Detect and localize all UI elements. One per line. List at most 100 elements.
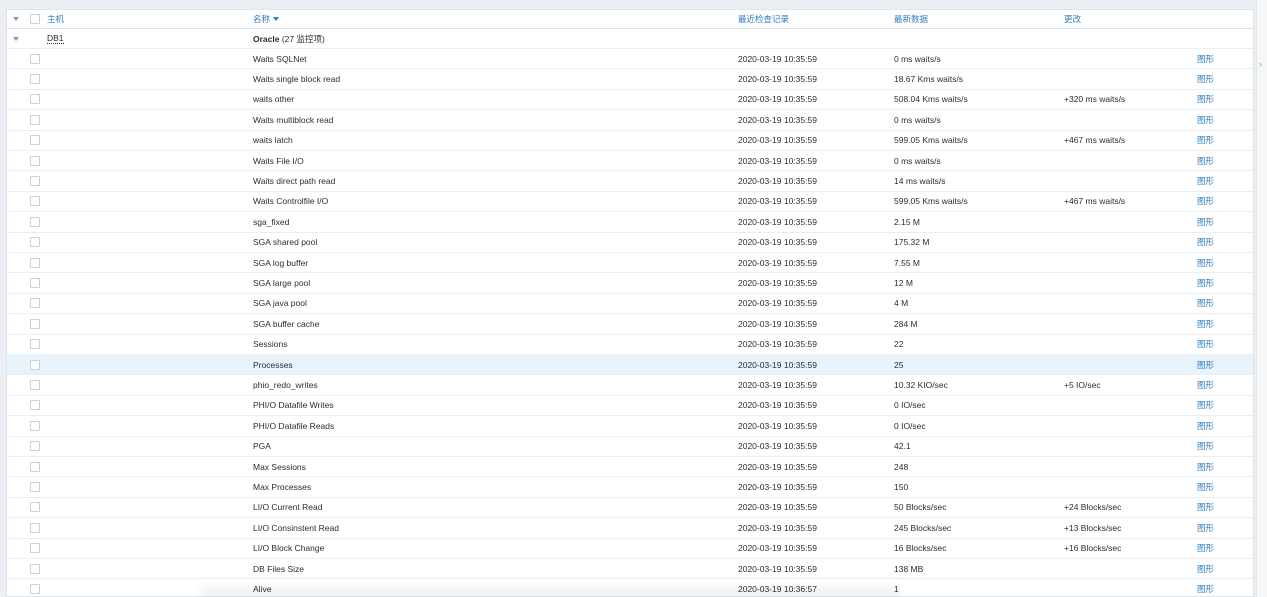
row-checkbox[interactable] xyxy=(30,339,40,350)
graph-link[interactable]: 图形 xyxy=(1197,236,1214,248)
graph-link[interactable]: 图形 xyxy=(1197,563,1214,575)
row-checkbox-cell[interactable] xyxy=(30,457,42,476)
row-checkbox[interactable] xyxy=(30,216,40,227)
column-host[interactable]: 主机 xyxy=(47,10,247,28)
graph-link[interactable]: 图形 xyxy=(1197,481,1214,493)
row-checkbox-cell[interactable] xyxy=(30,110,42,129)
graph-link-cell[interactable]: 图形 xyxy=(1197,192,1247,211)
graph-link[interactable]: 图形 xyxy=(1197,542,1214,554)
row-checkbox-cell[interactable] xyxy=(30,151,42,170)
column-last-check[interactable]: 最近检查记录 xyxy=(738,10,898,28)
row-checkbox[interactable] xyxy=(30,482,40,493)
graph-link-cell[interactable]: 图形 xyxy=(1197,212,1247,231)
column-change-label[interactable]: 更改 xyxy=(1064,13,1081,25)
row-checkbox-cell[interactable] xyxy=(30,498,42,517)
column-name[interactable]: 名称 xyxy=(253,10,733,28)
row-checkbox[interactable] xyxy=(30,114,40,125)
graph-link[interactable]: 图形 xyxy=(1197,318,1214,330)
row-checkbox-cell[interactable] xyxy=(30,131,42,150)
graph-link[interactable]: 图形 xyxy=(1197,501,1214,513)
graph-link[interactable]: 图形 xyxy=(1197,53,1214,65)
row-checkbox-cell[interactable] xyxy=(30,192,42,211)
graph-link-cell[interactable]: 图形 xyxy=(1197,437,1247,456)
graph-link-cell[interactable]: 图形 xyxy=(1197,294,1247,313)
graph-link-cell[interactable]: 图形 xyxy=(1197,110,1247,129)
row-checkbox[interactable] xyxy=(30,400,40,411)
row-checkbox-cell[interactable] xyxy=(30,396,42,415)
row-checkbox-cell[interactable] xyxy=(30,335,42,354)
graph-link-cell[interactable]: 图形 xyxy=(1197,273,1247,292)
graph-link[interactable]: 图形 xyxy=(1197,257,1214,269)
graph-link[interactable]: 图形 xyxy=(1197,359,1214,371)
row-checkbox[interactable] xyxy=(30,502,40,513)
row-checkbox[interactable] xyxy=(30,278,40,289)
column-host-label[interactable]: 主机 xyxy=(47,13,64,25)
group-collapse-toggle[interactable] xyxy=(11,29,21,48)
row-checkbox[interactable] xyxy=(30,359,40,370)
row-checkbox-cell[interactable] xyxy=(30,90,42,109)
row-checkbox-cell[interactable] xyxy=(30,212,42,231)
row-checkbox[interactable] xyxy=(30,563,40,574)
column-latest-data[interactable]: 最新数据 xyxy=(894,10,1064,28)
row-checkbox-cell[interactable] xyxy=(30,294,42,313)
row-checkbox[interactable] xyxy=(30,318,40,329)
graph-link-cell[interactable]: 图形 xyxy=(1197,314,1247,333)
graph-link-cell[interactable]: 图形 xyxy=(1197,335,1247,354)
graph-link[interactable]: 图形 xyxy=(1197,114,1214,126)
collapse-all-toggle[interactable] xyxy=(11,10,21,28)
row-checkbox-cell[interactable] xyxy=(30,233,42,252)
graph-link[interactable]: 图形 xyxy=(1197,338,1214,350)
row-checkbox-cell[interactable] xyxy=(30,314,42,333)
select-all-checkbox-cell[interactable] xyxy=(30,10,42,28)
graph-link[interactable]: 图形 xyxy=(1197,73,1214,85)
graph-link[interactable]: 图形 xyxy=(1197,93,1214,105)
row-checkbox[interactable] xyxy=(30,196,40,207)
row-checkbox[interactable] xyxy=(30,94,40,105)
graph-link[interactable]: 图形 xyxy=(1197,277,1214,289)
graph-link-cell[interactable]: 图形 xyxy=(1197,559,1247,578)
row-checkbox[interactable] xyxy=(30,135,40,146)
row-checkbox-cell[interactable] xyxy=(30,579,42,596)
host-name-link[interactable]: DB1 xyxy=(47,33,64,44)
graph-link[interactable]: 图形 xyxy=(1197,522,1214,534)
graph-link-cell[interactable]: 图形 xyxy=(1197,518,1247,537)
graph-link-cell[interactable]: 图形 xyxy=(1197,69,1247,88)
column-last-check-label[interactable]: 最近检查记录 xyxy=(738,13,789,25)
graph-link[interactable]: 图形 xyxy=(1197,297,1214,309)
graph-link-cell[interactable]: 图形 xyxy=(1197,90,1247,109)
row-checkbox-cell[interactable] xyxy=(30,437,42,456)
row-checkbox[interactable] xyxy=(30,584,40,595)
graph-link-cell[interactable]: 图形 xyxy=(1197,355,1247,374)
graph-link-cell[interactable]: 图形 xyxy=(1197,253,1247,272)
graph-link-cell[interactable]: 图形 xyxy=(1197,151,1247,170)
column-latest-data-label[interactable]: 最新数据 xyxy=(894,13,928,25)
column-name-label[interactable]: 名称 xyxy=(253,13,270,25)
graph-link-cell[interactable]: 图形 xyxy=(1197,396,1247,415)
graph-link-cell[interactable]: 图形 xyxy=(1197,498,1247,517)
graph-link[interactable]: 图形 xyxy=(1197,420,1214,432)
row-checkbox-cell[interactable] xyxy=(30,375,42,394)
row-checkbox-cell[interactable] xyxy=(30,171,42,190)
row-checkbox-cell[interactable] xyxy=(30,355,42,374)
row-checkbox[interactable] xyxy=(30,461,40,472)
graph-link-cell[interactable]: 图形 xyxy=(1197,477,1247,496)
graph-link[interactable]: 图形 xyxy=(1197,379,1214,391)
graph-link[interactable]: 图形 xyxy=(1197,216,1214,228)
graph-link[interactable]: 图形 xyxy=(1197,195,1214,207)
row-checkbox[interactable] xyxy=(30,441,40,452)
graph-link-cell[interactable]: 图形 xyxy=(1197,375,1247,394)
column-change[interactable]: 更改 xyxy=(1064,10,1184,28)
row-checkbox[interactable] xyxy=(30,257,40,268)
row-checkbox[interactable] xyxy=(30,237,40,248)
graph-link-cell[interactable]: 图形 xyxy=(1197,457,1247,476)
row-checkbox[interactable] xyxy=(30,380,40,391)
row-checkbox[interactable] xyxy=(30,74,40,85)
row-checkbox[interactable] xyxy=(30,298,40,309)
row-checkbox-cell[interactable] xyxy=(30,273,42,292)
row-checkbox[interactable] xyxy=(30,522,40,533)
graph-link[interactable]: 图形 xyxy=(1197,461,1214,473)
row-checkbox[interactable] xyxy=(30,53,40,64)
select-all-checkbox[interactable] xyxy=(30,14,40,24)
graph-link-cell[interactable]: 图形 xyxy=(1197,539,1247,558)
row-checkbox-cell[interactable] xyxy=(30,559,42,578)
